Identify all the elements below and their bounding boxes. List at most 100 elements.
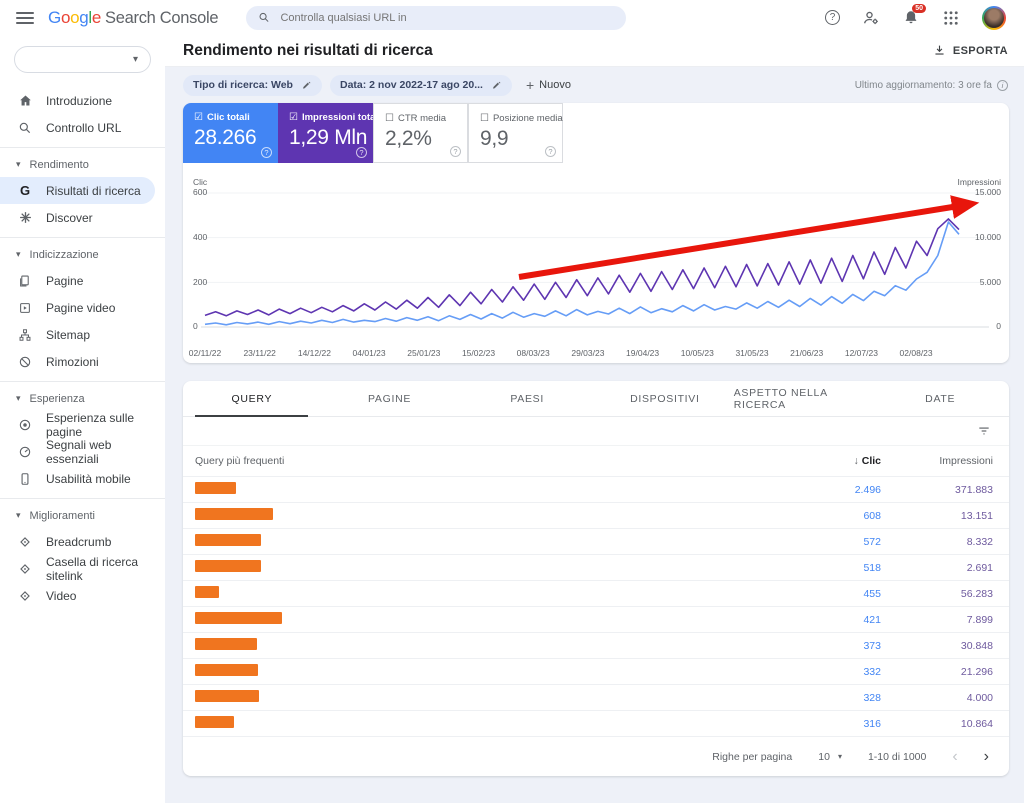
sidebar-item-segnali-web-essenziali[interactable]: Segnali web essenziali <box>0 438 155 465</box>
checkbox-checked-icon[interactable]: ☑ <box>289 112 298 123</box>
sidebar-item-rimozioni[interactable]: Rimozioni <box>0 348 155 375</box>
tab-aspetto-nella-ricerca[interactable]: ASPETTO NELLA RICERCA <box>734 381 872 416</box>
table-row[interactable]: 332 21.296 <box>183 658 1009 684</box>
sidebar-item-sitemap[interactable]: Sitemap <box>0 321 155 348</box>
table-row[interactable]: 572 8.332 <box>183 528 1009 554</box>
url-inspection-search[interactable] <box>246 6 626 30</box>
x-axis-label: 23/11/22 <box>243 348 275 358</box>
sidebar-item-breadcrumb[interactable]: Breadcrumb <box>0 528 155 555</box>
next-page-icon[interactable]: › <box>984 748 989 766</box>
checkbox-unchecked-icon[interactable]: ☐ <box>480 113 489 124</box>
sidebar-item-introduzione[interactable]: Introduzione <box>0 87 155 114</box>
checkbox-checked-icon[interactable]: ☑ <box>194 112 203 123</box>
table-row[interactable]: 455 56.283 <box>183 580 1009 606</box>
notifications-bell-icon[interactable]: 50 <box>902 9 920 27</box>
sidebar-item-esperienza-sulle-pagine[interactable]: Esperienza sulle pagine <box>0 411 155 438</box>
tab-paesi[interactable]: PAESI <box>458 381 596 416</box>
sidebar-item-usabilita-mobile[interactable]: Usabilità mobile <box>0 465 155 492</box>
redacted-query-bar <box>195 716 234 728</box>
sort-arrow-icon: ↓ <box>853 455 858 467</box>
clicks-value: 455 <box>789 588 881 600</box>
last-update-text: Ultimo aggiornamento: 3 ore fa <box>855 80 992 91</box>
tab-date[interactable]: DATE <box>871 381 1009 416</box>
help-icon[interactable]: ? <box>545 146 556 157</box>
help-icon[interactable]: ? <box>261 147 272 158</box>
sidebar-item-pagine-video[interactable]: Pagine video <box>0 294 155 321</box>
pencil-icon <box>301 80 312 91</box>
sidebar-item-controllo-url[interactable]: Controllo URL <box>0 114 155 141</box>
export-button[interactable]: ESPORTA <box>933 44 1008 57</box>
last-update: Ultimo aggiornamento: 3 ore fa i <box>855 80 1024 91</box>
table-row[interactable]: 421 7.899 <box>183 606 1009 632</box>
metric-card-impressioni-totali[interactable]: ☑Impressioni totali 1,29 Mln ? <box>278 103 373 163</box>
rows-per-page-select[interactable]: 10 ▾ <box>818 751 842 763</box>
table-row[interactable]: 373 30.848 <box>183 632 1009 658</box>
help-icon[interactable]: ? <box>825 10 840 25</box>
clicks-value: 2.496 <box>789 484 881 496</box>
sidebar-item-pagine[interactable]: Pagine <box>0 267 155 294</box>
tab-pagine[interactable]: PAGINE <box>321 381 459 416</box>
x-axis-label: 19/04/23 <box>626 348 659 358</box>
sidebar-item-label: Introduzione <box>46 94 112 108</box>
table-row[interactable]: 2.496 371.883 <box>183 476 1009 502</box>
menu-icon[interactable] <box>16 12 34 24</box>
impressions-value: 56.283 <box>881 588 993 600</box>
filter-funnel-icon[interactable] <box>977 424 991 438</box>
dimensions-table-panel: QUERY PAGINE PAESI DISPOSITIVI ASPETTO N… <box>183 381 1009 776</box>
redacted-query-bar <box>195 638 257 650</box>
new-filter-label: Nuovo <box>539 79 571 91</box>
y-tick: 600 <box>193 187 207 197</box>
sidebar-item-label: Discover <box>46 211 93 225</box>
tab-dispositivi[interactable]: DISPOSITIVI <box>596 381 734 416</box>
impressions-value: 13.151 <box>881 510 993 522</box>
metric-card-posizione-media[interactable]: ☐Posizione media 9,9 ? <box>468 103 563 163</box>
table-row[interactable]: 328 4.000 <box>183 684 1009 710</box>
pencil-icon <box>491 80 502 91</box>
section-indicizzazione[interactable]: ▾ Indicizzazione <box>0 242 165 267</box>
table-row[interactable]: 518 2.691 <box>183 554 1009 580</box>
sidebar-item-risultati-di-ricerca[interactable]: G Risultati di ricerca <box>0 177 155 204</box>
previous-page-icon[interactable]: ‹ <box>952 748 957 766</box>
column-impressioni[interactable]: Impressioni <box>881 455 993 467</box>
filter-chip-date-range[interactable]: Data: 2 nov 2022-17 ago 20... <box>330 75 512 96</box>
column-clic-sort[interactable]: ↓Clic <box>789 455 881 467</box>
chart-canvas <box>183 177 1009 347</box>
info-icon[interactable]: i <box>997 80 1008 91</box>
search-input[interactable] <box>280 12 614 24</box>
tab-query[interactable]: QUERY <box>183 381 321 416</box>
property-selector[interactable]: ▾ <box>14 46 151 73</box>
table-header: Query più frequenti ↓Clic Impressioni <box>183 446 1009 476</box>
table-row[interactable]: 608 13.151 <box>183 502 1009 528</box>
apps-grid-icon[interactable] <box>942 9 960 27</box>
clicks-value: 373 <box>789 640 881 652</box>
search-icon <box>17 120 33 136</box>
y-axis-title-left: Clic <box>193 177 207 187</box>
help-icon[interactable]: ? <box>356 147 367 158</box>
section-rendimento[interactable]: ▾ Rendimento <box>0 152 165 177</box>
redacted-query-bar <box>195 508 273 520</box>
x-axis-label: 04/01/23 <box>353 348 386 358</box>
sidebar-item-casella-di-ricerca-sitelink[interactable]: Casella di ricerca sitelink <box>0 555 155 582</box>
app-logo[interactable]: Google Search Console <box>48 8 218 28</box>
x-axis-label: 31/05/23 <box>735 348 768 358</box>
sidebar-item-video[interactable]: Video <box>0 582 155 609</box>
sidebar-item-label: Controllo URL <box>46 121 121 135</box>
avatar[interactable] <box>982 6 1006 30</box>
table-row[interactable]: 316 10.864 <box>183 710 1009 736</box>
section-miglioramenti[interactable]: ▾ Miglioramenti <box>0 503 165 528</box>
caret-down-icon: ▾ <box>16 249 21 260</box>
section-esperienza[interactable]: ▾ Esperienza <box>0 386 165 411</box>
new-filter-button[interactable]: + Nuovo <box>526 77 571 93</box>
clicks-value: 608 <box>789 510 881 522</box>
export-label: ESPORTA <box>953 45 1008 57</box>
sidebar-item-discover[interactable]: Discover <box>0 204 155 231</box>
filter-chip-search-type[interactable]: Tipo di ricerca: Web <box>183 75 322 96</box>
user-settings-icon[interactable] <box>862 9 880 27</box>
metric-card-ctr-media[interactable]: ☐CTR media 2,2% ? <box>373 103 468 163</box>
sidebar-item-label: Segnali web essenziali <box>46 438 155 466</box>
x-axis-label: 14/12/22 <box>298 348 331 358</box>
metric-card-clic-totali[interactable]: ☑Clic totali 28.266 ? <box>183 103 278 163</box>
help-icon[interactable]: ? <box>450 146 461 157</box>
performance-chart[interactable]: Clic 600 400 200 0 Impressioni 15.000 10… <box>183 177 1009 347</box>
checkbox-unchecked-icon[interactable]: ☐ <box>385 113 394 124</box>
